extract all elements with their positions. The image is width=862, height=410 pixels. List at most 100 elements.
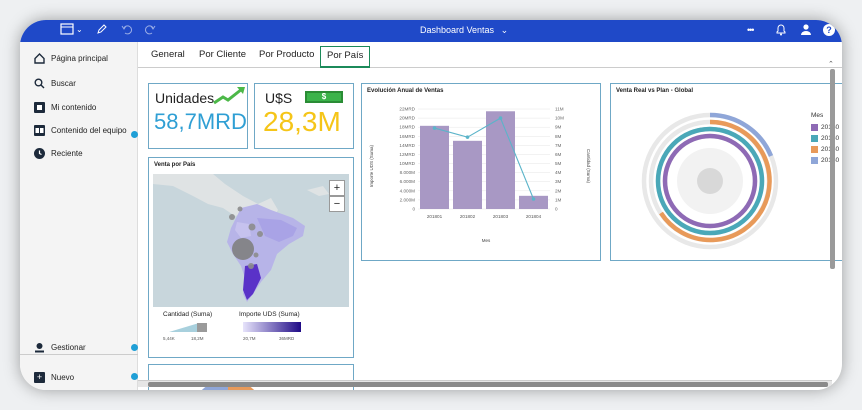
donut-center-dot — [697, 168, 723, 194]
sidebar-item-new[interactable]: + Nuevo — [34, 369, 74, 385]
search-icon — [34, 78, 45, 89]
sidebar: Página principal Buscar Mi contenido Con… — [20, 42, 138, 390]
y2-tick-label: 0 — [555, 207, 558, 212]
team-content-indicator — [131, 131, 138, 138]
size-legend-min: 5,44K — [163, 336, 175, 341]
sidebar-item-label: Nuevo — [51, 372, 75, 382]
color-legend-max: 36MRD — [279, 336, 295, 341]
tab-por-cliente[interactable]: Por Cliente — [193, 46, 252, 68]
y2-tick-label: 6M — [555, 152, 562, 157]
y-tick-label: 20MRD — [399, 116, 415, 121]
color-legend-ramp — [243, 322, 301, 332]
screenshot-stage: ⌄ Dashboard Ventas ⌄ ••• ? Página princi… — [0, 0, 862, 410]
clock-icon — [34, 147, 45, 159]
size-legend-ramp — [169, 323, 207, 332]
zoom-out-button[interactable]: − — [329, 196, 345, 212]
sidebar-item-label: Buscar — [51, 78, 76, 88]
dashboard-title[interactable]: Dashboard Ventas ⌄ — [420, 25, 508, 36]
undo-icon[interactable] — [121, 23, 133, 38]
tab-por-producto[interactable]: Por Producto — [253, 46, 320, 68]
folder-icon — [34, 101, 45, 113]
tab-por-pais[interactable]: Por País — [320, 46, 371, 68]
y-tick-label: 6.000M — [400, 179, 415, 184]
y2-tick-label: 7M — [555, 143, 562, 148]
x-tick-label: 201804 — [526, 214, 542, 219]
map-card[interactable]: Venta por País + − Cantidad (Suma) Impor… — [148, 157, 354, 358]
kpi-label: Unidades — [155, 90, 215, 106]
vertical-scrollbar[interactable] — [830, 69, 835, 269]
real-vs-plan-card[interactable]: Venta Real vs Plan - Global Mes 20180201… — [610, 83, 842, 261]
line-point-201801 — [432, 126, 437, 130]
sidebar-item-team-content[interactable]: Contenido del equipo — [34, 122, 127, 138]
y2-tick-label: 4M — [555, 170, 562, 175]
user-icon[interactable] — [800, 23, 812, 39]
y-tick-label: 10MRD — [399, 161, 415, 166]
horizontal-scrollbar[interactable] — [138, 380, 832, 387]
radial-bar-chart — [641, 112, 779, 250]
sidebar-item-manage[interactable]: Gestionar — [34, 339, 86, 355]
legend-swatch — [811, 146, 818, 153]
x-axis-label: Mes — [482, 238, 491, 243]
line-point-201803 — [498, 116, 503, 120]
x-tick-label: 201803 — [493, 214, 509, 219]
bell-icon[interactable] — [775, 23, 787, 39]
plus-icon: + — [34, 371, 45, 383]
size-legend-label: Cantidad (Suma) — [163, 311, 213, 318]
bar-201802 — [453, 140, 482, 209]
y2-tick-label: 11M — [555, 107, 564, 112]
kpi-card-unidades[interactable]: Unidades 58,7MRD — [148, 83, 248, 149]
x-tick-label: 201801 — [427, 214, 443, 219]
south-america-map — [153, 174, 349, 307]
manage-icon — [34, 342, 45, 353]
sidebar-item-label: Mi contenido — [51, 102, 97, 112]
y-tick-label: 12MRD — [399, 152, 415, 157]
cantidad-line — [434, 117, 535, 200]
chevron-down-icon[interactable]: ⌄ — [76, 25, 83, 34]
team-folder-icon — [34, 124, 45, 136]
horizontal-scroll-thumb[interactable] — [148, 382, 828, 387]
sidebar-item-recent[interactable]: Reciente — [34, 145, 83, 161]
y2-tick-label: 9M — [555, 125, 562, 130]
map-view[interactable]: + − — [153, 174, 349, 307]
sidebar-item-search[interactable]: Buscar — [34, 75, 76, 91]
legend-swatch — [811, 157, 818, 164]
more-icon[interactable]: ••• — [747, 25, 755, 35]
y2-tick-label: 5M — [555, 161, 562, 166]
kpi-label: U$S — [265, 90, 293, 106]
y2-tick-label: 3M — [555, 179, 562, 184]
annual-sales-chart-card[interactable]: Evolución Anual de Ventas Importe UDS (S… — [361, 83, 601, 261]
zoom-in-button[interactable]: + — [329, 180, 345, 196]
y-tick-label: 8.000M — [400, 170, 415, 175]
help-icon[interactable]: ? — [823, 24, 835, 36]
y2-tick-label: 2M — [555, 188, 562, 193]
sidebar-item-label: Contenido del equipo — [51, 125, 127, 135]
y-tick-label: 22MRD — [399, 107, 415, 112]
trend-up-icon — [213, 87, 245, 105]
y-tick-label: 14MRD — [399, 143, 415, 148]
sidebar-item-label: Gestionar — [51, 342, 86, 352]
title-chevron-icon: ⌄ — [500, 25, 509, 35]
new-indicator — [131, 373, 138, 380]
y-tick-label: 16MRD — [399, 134, 415, 139]
sidebar-item-home[interactable]: Página principal — [34, 50, 108, 66]
bar-201801 — [420, 125, 449, 209]
dashboard-title-text: Dashboard Ventas — [420, 25, 495, 35]
scroll-up-icon[interactable]: ⌃ — [828, 60, 834, 68]
top-bar: ⌄ Dashboard Ventas ⌄ ••• ? — [20, 20, 842, 42]
tab-general[interactable]: General — [145, 46, 191, 68]
annual-sales-chart: Importe UDS (Suma) Cantidad (Suma) Mes 0… — [369, 107, 591, 244]
y2-tick-label: 10M — [555, 116, 564, 121]
dashboard-canvas: Unidades 58,7MRD U$S $ 28,3M Venta por P… — [138, 69, 842, 390]
kpi-card-usd[interactable]: U$S $ 28,3M — [254, 83, 354, 149]
legend-swatch — [811, 135, 818, 142]
legend-swatch — [811, 124, 818, 131]
home-icon — [34, 52, 45, 64]
y-tick-label: 18MRD — [399, 125, 415, 130]
y2-tick-label: 8M — [555, 134, 562, 139]
donut-legend-title: Mes — [811, 112, 824, 119]
color-legend-min: 20,7M — [243, 336, 256, 341]
edit-icon[interactable] — [96, 23, 108, 38]
redo-icon[interactable] — [144, 23, 156, 38]
sidebar-item-my-content[interactable]: Mi contenido — [34, 99, 96, 115]
grid-icon[interactable] — [60, 23, 74, 38]
